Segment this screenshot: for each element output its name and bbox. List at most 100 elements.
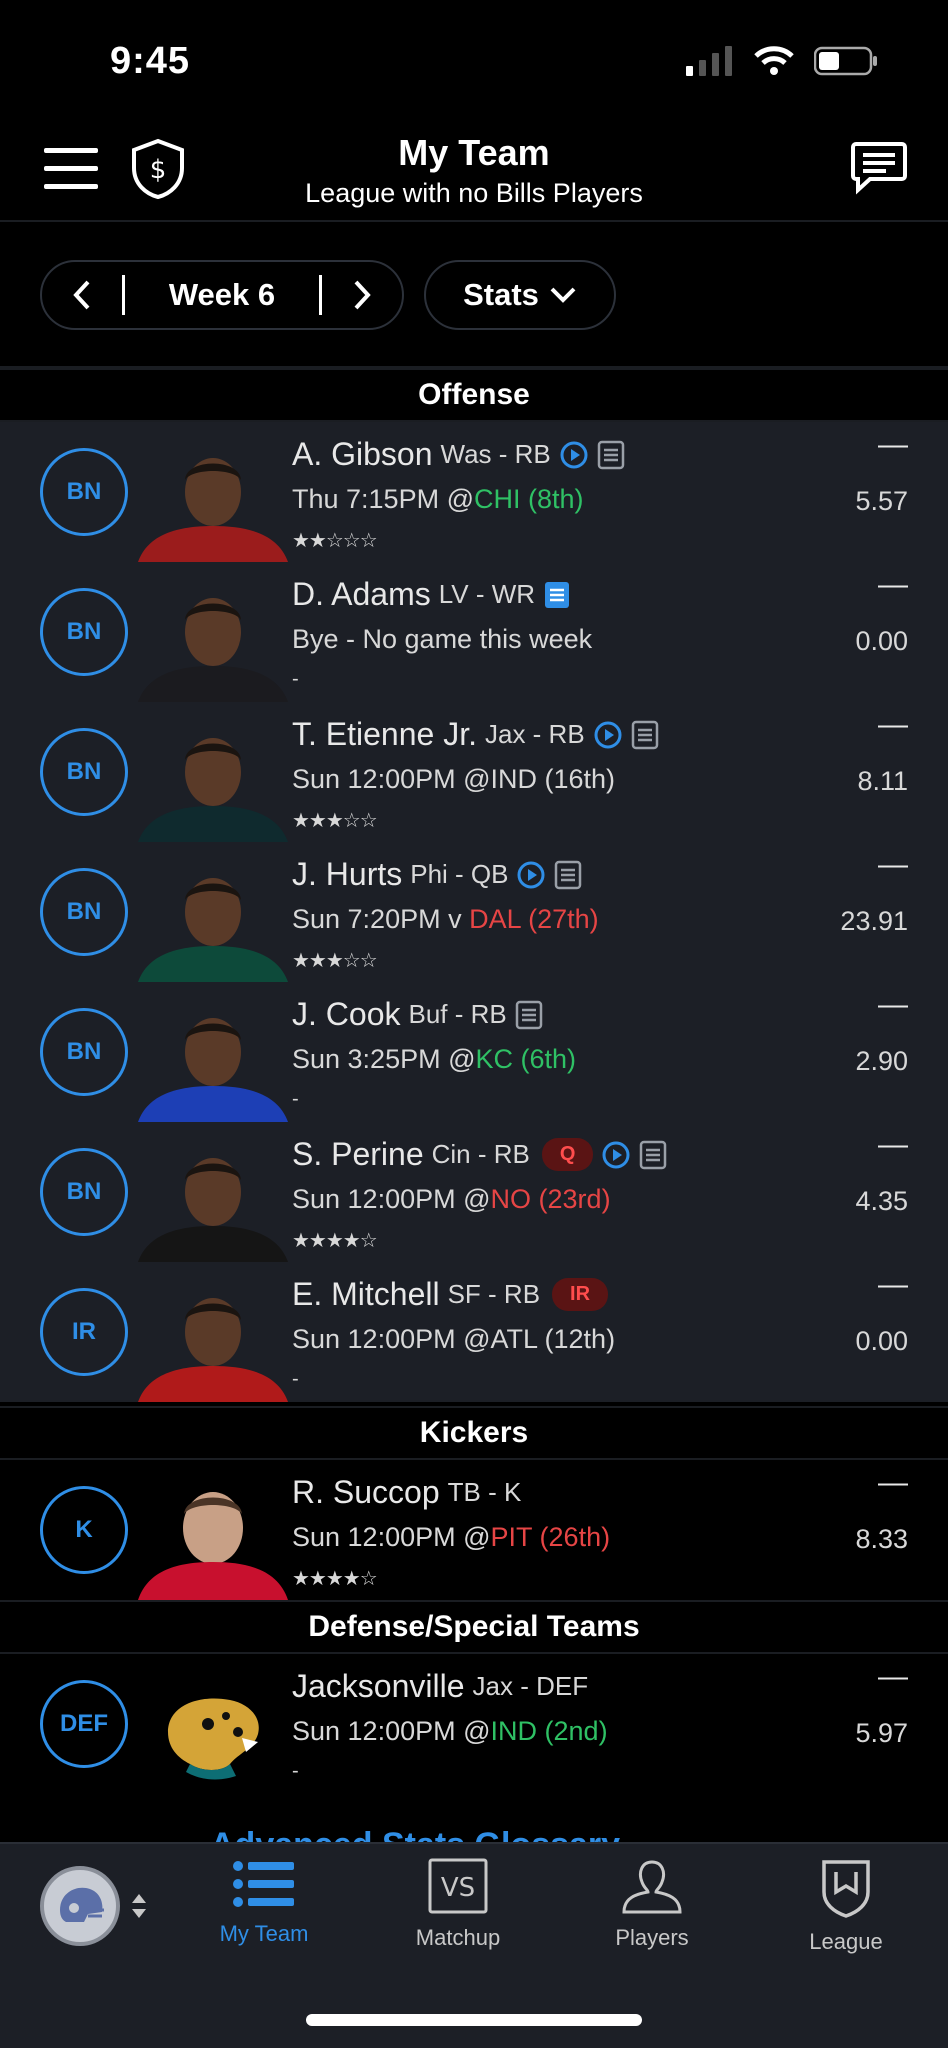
game-info: Sun 3:25PM @KC (6th) (292, 1044, 577, 1074)
player-headshot (138, 720, 288, 842)
points-value: 0.00 (855, 626, 908, 656)
player-row[interactable]: BN D. Adams LV - WR Bye - No game this week… (0, 562, 948, 702)
points-value: 5.57 (855, 486, 908, 516)
slot-badge[interactable]: BN (40, 1148, 128, 1236)
player-row[interactable]: K R. Succop TB - K Sun 12:00PM @PIT (26t… (0, 1460, 948, 1600)
game-info: Sun 12:00PM @PIT (26th) (292, 1522, 611, 1552)
tab-league[interactable]: League (766, 1858, 926, 1955)
app-header: $ My Team League with no Bills Players (0, 120, 948, 222)
points-value: 4.35 (855, 1186, 908, 1216)
projected-score: — (878, 988, 908, 1021)
slot-badge[interactable]: BN (40, 448, 128, 536)
team-switcher[interactable] (40, 1866, 148, 1946)
opponent-rank: IND (2nd) (490, 1716, 608, 1746)
player-name[interactable]: T. Etienne Jr. (292, 716, 477, 753)
news-icon[interactable] (543, 580, 571, 610)
projected-score: — (878, 848, 908, 881)
news-icon[interactable] (639, 1140, 667, 1170)
status-bar: 9:45 (0, 0, 948, 120)
player-name[interactable]: J. Hurts (292, 856, 402, 893)
week-selector: Week 6 (40, 260, 404, 330)
player-row[interactable]: BN A. Gibson Was - RB Thu 7:15PM @CHI (8th)… (0, 422, 948, 562)
stats-label: Stats (463, 277, 539, 312)
points-value: 5.97 (855, 1718, 908, 1748)
rating-stars: ★★★☆☆ (292, 810, 378, 832)
projected-score: — (878, 708, 908, 741)
player-name[interactable]: D. Adams (292, 576, 431, 613)
status-time: 9:45 (110, 40, 191, 82)
game-info: Thu 7:15PM @CHI (8th) (292, 484, 584, 514)
slot-badge[interactable]: K (40, 1486, 128, 1574)
slot-badge[interactable]: BN (40, 728, 128, 816)
news-icon[interactable] (631, 720, 659, 750)
player-row[interactable]: IR E. Mitchell SF - RB IR Sun 12:00PM @ATL (… (0, 1262, 948, 1402)
player-team-position: Phi - QB (410, 859, 509, 889)
play-icon[interactable] (601, 1140, 631, 1170)
week-controls: Week 6 Stats (0, 222, 948, 368)
person-icon (622, 1860, 682, 1914)
rating-stars: ★★★★☆ (292, 1568, 378, 1590)
player-row[interactable]: DEF Jacksonville Jax - DEF Sun 12:00PM @… (0, 1654, 948, 1794)
helmet-icon (60, 1887, 104, 1922)
tab-label: League (809, 1929, 883, 1954)
stats-dropdown[interactable]: Stats (424, 260, 616, 330)
player-name[interactable]: S. Perine (292, 1136, 424, 1173)
player-headshot (138, 440, 288, 562)
rating-stars: - (292, 1368, 299, 1390)
points-value: 2.90 (855, 1046, 908, 1076)
projected-score: — (878, 1660, 908, 1693)
player-row[interactable]: BN S. Perine Cin - RB Q Sun 12:00PM @NO (23r… (0, 1122, 948, 1262)
player-headshot (138, 1000, 288, 1122)
player-name[interactable]: Jacksonville (292, 1668, 465, 1705)
slot-badge[interactable]: BN (40, 588, 128, 676)
opponent-rank: KC (6th) (475, 1044, 577, 1074)
player-name[interactable]: E. Mitchell (292, 1276, 440, 1313)
prev-week-button[interactable] (42, 262, 122, 328)
news-icon[interactable] (597, 440, 625, 470)
player-row[interactable]: BN T. Etienne Jr. Jax - RB Sun 12:00PM @IND… (0, 702, 948, 842)
player-name[interactable]: A. Gibson (292, 436, 433, 473)
play-icon[interactable] (593, 720, 623, 750)
week-label[interactable]: Week 6 (125, 277, 319, 313)
projected-score: — (878, 1466, 908, 1499)
slot-badge[interactable]: BN (40, 868, 128, 956)
projected-score: — (878, 428, 908, 461)
projected-score: — (878, 1268, 908, 1301)
player-name[interactable]: R. Succop (292, 1474, 440, 1511)
opponent-rank: PIT (26th) (490, 1522, 611, 1552)
play-icon[interactable] (516, 860, 546, 890)
news-icon[interactable] (554, 860, 582, 890)
league-name: League with no Bills Players (305, 178, 643, 208)
player-team-position: Was - RB (440, 439, 551, 469)
player-team-position: Buf - RB (408, 999, 507, 1029)
game-info: Sun 12:00PM @IND (16th) (292, 764, 616, 794)
play-icon[interactable] (559, 440, 589, 470)
player-row[interactable]: BN J. Cook Buf - RB Sun 3:25PM @KC (6th) - — 2… (0, 982, 948, 1122)
game-info: Bye - No game this week (292, 624, 593, 654)
news-icon[interactable] (515, 1000, 543, 1030)
next-week-button[interactable] (322, 262, 402, 328)
tab-matchup[interactable]: VS Matchup (378, 1858, 538, 1951)
home-indicator[interactable] (306, 2014, 642, 2026)
league-shield-icon (822, 1860, 870, 1918)
section-offense: Offense (0, 368, 948, 422)
slot-badge[interactable]: IR (40, 1288, 128, 1376)
player-team-position: TB - K (447, 1477, 522, 1507)
player-row[interactable]: BN J. Hurts Phi - QB Sun 7:20PM v DAL (27th… (0, 842, 948, 982)
player-name[interactable]: J. Cook (292, 996, 400, 1033)
points-value: 8.33 (855, 1524, 908, 1554)
slot-badge[interactable]: BN (40, 1008, 128, 1096)
tab-players[interactable]: Players (572, 1858, 732, 1951)
rating-stars: - (292, 1760, 299, 1782)
avatar[interactable] (40, 1866, 120, 1946)
chat-icon[interactable] (850, 140, 908, 196)
projected-score: — (878, 1128, 908, 1161)
tab-my-team[interactable]: My Team (184, 1858, 344, 1947)
projected-score: — (878, 568, 908, 601)
sort-arrows-icon (132, 1894, 146, 1918)
tab-label: Matchup (415, 1925, 501, 1950)
rating-stars: - (292, 668, 299, 690)
points-value: 0.00 (855, 1326, 908, 1356)
slot-badge[interactable]: DEF (40, 1680, 128, 1768)
player-headshot (138, 580, 288, 702)
